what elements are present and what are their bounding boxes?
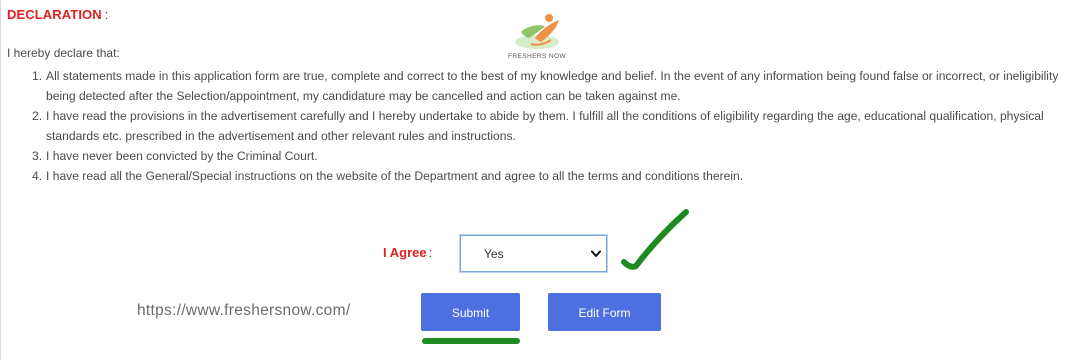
submit-button[interactable]: Submit <box>421 293 520 331</box>
submit-highlight-underline <box>422 338 520 344</box>
freshers-now-logo-icon <box>515 14 559 49</box>
logo-text: FRESHERS NOW <box>508 53 566 60</box>
declaration-item: 1. All statements made in this applicati… <box>32 66 1064 106</box>
declaration-heading: DECLARATION: <box>7 7 108 22</box>
page-border <box>0 0 1 360</box>
declaration-item-number: 4. <box>32 169 43 183</box>
agree-label-text: I Agree <box>383 245 427 260</box>
freshers-now-logo: FRESHERS NOW <box>501 8 573 64</box>
declaration-intro: I hereby declare that: <box>7 46 120 60</box>
declaration-item: 3. I have never been convicted by the Cr… <box>32 146 1064 166</box>
declaration-item: 2. I have read the provisions in the adv… <box>32 106 1064 146</box>
declaration-item-text: I have never been convicted by the Crimi… <box>46 149 318 163</box>
declaration-list: 1. All statements made in this applicati… <box>32 66 1064 186</box>
declaration-item-text: I have read all the General/Special inst… <box>46 169 744 183</box>
declaration-heading-colon: : <box>104 7 109 22</box>
watermark-url: https://www.freshersnow.com/ <box>137 302 351 319</box>
agree-label: I Agree: <box>383 245 432 260</box>
declaration-item-number: 1. <box>32 69 43 83</box>
declaration-item-number: 2. <box>32 109 43 123</box>
edit-form-button[interactable]: Edit Form <box>548 293 661 331</box>
chevron-down-icon <box>591 250 601 257</box>
agree-label-colon: : <box>428 245 433 260</box>
declaration-heading-text: DECLARATION <box>7 7 102 22</box>
declaration-item-text: I have read the provisions in the advert… <box>46 109 1044 143</box>
checkmark-annotation-icon <box>621 209 689 270</box>
declaration-item: 4. I have read all the General/Special i… <box>32 166 1064 186</box>
declaration-item-number: 3. <box>32 149 43 163</box>
declaration-item-text: All statements made in this application … <box>46 69 1059 103</box>
agree-select[interactable]: Yes <box>460 235 607 272</box>
agree-select-value: Yes <box>484 247 504 261</box>
